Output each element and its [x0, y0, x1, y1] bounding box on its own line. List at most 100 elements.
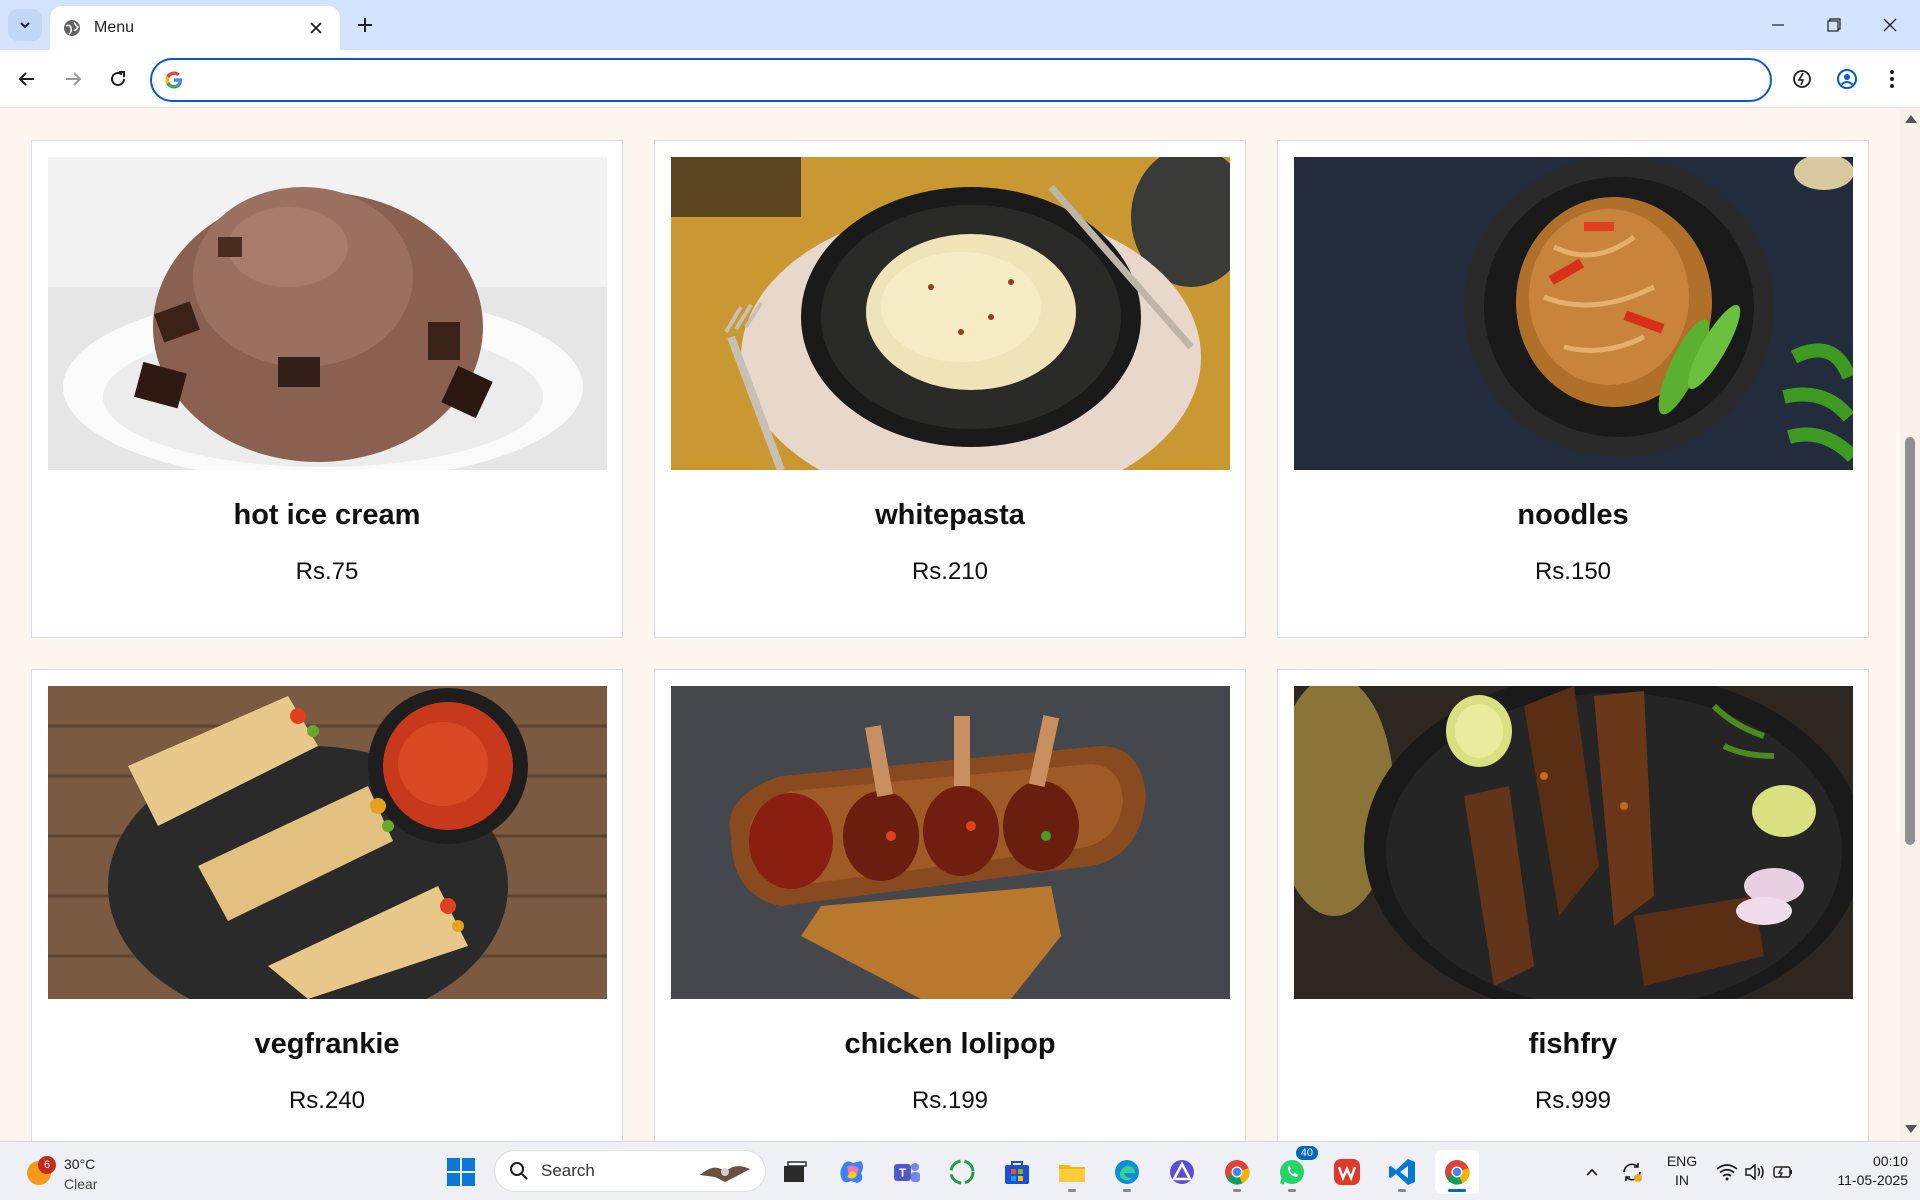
- reload-button[interactable]: [100, 61, 136, 97]
- taskbar: 6 30°C Clear Search T 40 ENG IN 00:10 11…: [0, 1141, 1920, 1200]
- search-icon: [510, 1162, 528, 1180]
- chrome-icon: [1225, 1160, 1250, 1185]
- menu-button[interactable]: [1874, 61, 1910, 97]
- profile-icon: [1837, 69, 1857, 89]
- teams-icon: T: [894, 1163, 920, 1182]
- triangle-app-icon: [1170, 1160, 1194, 1184]
- menu-card[interactable]: hot ice cream Rs.75: [31, 140, 623, 638]
- volume-icon: [1745, 1163, 1764, 1181]
- weather-temp: 30°C: [64, 1156, 96, 1172]
- wifi-icon: [1716, 1164, 1738, 1181]
- close-tab-icon[interactable]: [304, 16, 328, 40]
- menu-card[interactable]: fishfry Rs.999: [1277, 669, 1869, 1141]
- folder-icon: [1059, 1165, 1085, 1182]
- taskbar-edge[interactable]: [1105, 1150, 1149, 1194]
- tab-menu[interactable]: Menu: [50, 6, 340, 50]
- back-button[interactable]: [9, 61, 45, 97]
- svg-text:T: T: [899, 1166, 907, 1180]
- forward-button[interactable]: [55, 61, 91, 97]
- taskbar-vscode[interactable]: [1380, 1150, 1424, 1194]
- item-price: Rs.75: [295, 558, 359, 585]
- taskbar-chrome-active[interactable]: [1435, 1150, 1479, 1194]
- tab-strip: Menu: [0, 0, 1920, 50]
- item-name: fishfry: [1528, 1028, 1618, 1060]
- running-indicator: [1288, 1189, 1296, 1192]
- quick-settings-button[interactable]: [1710, 1150, 1800, 1194]
- scrollbar-thumb[interactable]: [1905, 437, 1915, 845]
- menu-card[interactable]: chicken lolipop Rs.199: [654, 669, 1246, 1141]
- taskbar-app-triangle[interactable]: [1160, 1150, 1204, 1194]
- clock-date: 11-05-2025: [1837, 1172, 1908, 1188]
- edge-icon: [1115, 1160, 1139, 1184]
- sync-icon: [1623, 1163, 1642, 1182]
- language-indicator[interactable]: ENG IN: [1660, 1150, 1704, 1194]
- circular-arrows-icon: [949, 1159, 975, 1185]
- item-price: Rs.999: [1534, 1087, 1612, 1114]
- weather-badge: 6: [38, 1156, 56, 1174]
- browser-toolbar: [0, 50, 1920, 108]
- performance-button[interactable]: [1784, 61, 1820, 97]
- clock-time: 00:10: [1872, 1153, 1908, 1169]
- veg-frankie-photo: [48, 686, 607, 999]
- restore-icon: [1827, 18, 1841, 32]
- reload-icon: [111, 71, 125, 86]
- running-indicator: [1068, 1189, 1076, 1192]
- item-name: hot ice cream: [233, 499, 421, 531]
- search-label: Search: [541, 1161, 595, 1180]
- show-hidden-icons-button[interactable]: [1570, 1150, 1614, 1194]
- taskbar-copilot[interactable]: [830, 1150, 874, 1194]
- item-price: Rs.199: [911, 1087, 989, 1114]
- tab-search-button[interactable]: [8, 9, 42, 41]
- item-name: noodles: [1517, 499, 1629, 531]
- address-input[interactable]: [194, 71, 1770, 89]
- sync-tray-button[interactable]: [1610, 1150, 1654, 1194]
- item-price: Rs.240: [288, 1087, 366, 1114]
- vertical-scrollbar[interactable]: [1900, 109, 1920, 1141]
- wps-office-icon: [1334, 1159, 1360, 1185]
- taskbar-wps[interactable]: [1325, 1150, 1369, 1194]
- item-name: vegfrankie: [254, 1028, 400, 1060]
- scroll-up-arrow-icon[interactable]: [1905, 115, 1917, 123]
- vscode-icon: [1389, 1159, 1415, 1185]
- new-tab-button[interactable]: [350, 10, 380, 40]
- running-indicator: [1123, 1189, 1131, 1192]
- address-bar[interactable]: [150, 58, 1772, 102]
- scroll-down-arrow-icon[interactable]: [1905, 1125, 1917, 1133]
- menu-card[interactable]: noodles Rs.150: [1277, 140, 1869, 638]
- taskbar-search[interactable]: Search: [494, 1150, 766, 1192]
- close-window-button[interactable]: [1862, 0, 1918, 50]
- item-price: Rs.210: [911, 558, 989, 585]
- store-icon: [1005, 1161, 1029, 1184]
- taskbar-store[interactable]: [995, 1150, 1039, 1194]
- taskbar-chrome[interactable]: [1215, 1150, 1259, 1194]
- search-highlight-bird-icon: [700, 1166, 750, 1182]
- kebab-menu-icon: [1890, 70, 1894, 88]
- item-price: Rs.150: [1534, 558, 1612, 585]
- chicken-lollipop-photo: [671, 686, 1230, 999]
- fish-fry-photo: [1294, 686, 1853, 999]
- task-view-icon: [784, 1161, 807, 1182]
- restore-button[interactable]: [1806, 0, 1862, 50]
- speedometer-icon: [1793, 70, 1811, 88]
- profile-button[interactable]: [1829, 61, 1865, 97]
- lang-top: ENG: [1666, 1153, 1698, 1169]
- menu-card[interactable]: whitepasta Rs.210: [654, 140, 1246, 638]
- close-icon: [1883, 18, 1897, 32]
- start-button[interactable]: [439, 1150, 483, 1194]
- taskbar-task-view[interactable]: [773, 1150, 817, 1194]
- minimize-button[interactable]: [1750, 0, 1806, 50]
- taskbar-file-explorer[interactable]: [1050, 1150, 1094, 1194]
- menu-card[interactable]: vegfrankie Rs.240: [31, 669, 623, 1141]
- whatsapp-icon: [1280, 1160, 1304, 1185]
- taskbar-app-green[interactable]: [940, 1150, 984, 1194]
- arrow-left-icon: [18, 72, 34, 86]
- clock[interactable]: 00:10 11-05-2025: [1808, 1150, 1908, 1194]
- taskbar-teams[interactable]: T: [885, 1150, 929, 1194]
- arrow-right-icon: [66, 72, 82, 86]
- weather-condition: Clear: [64, 1176, 98, 1192]
- taskbar-whatsapp[interactable]: 40: [1270, 1146, 1318, 1194]
- active-indicator: [1448, 1189, 1466, 1192]
- whatsapp-badge: 40: [1295, 1146, 1318, 1160]
- google-icon: [165, 71, 182, 89]
- weather-widget[interactable]: 6 30°C Clear: [22, 1148, 142, 1196]
